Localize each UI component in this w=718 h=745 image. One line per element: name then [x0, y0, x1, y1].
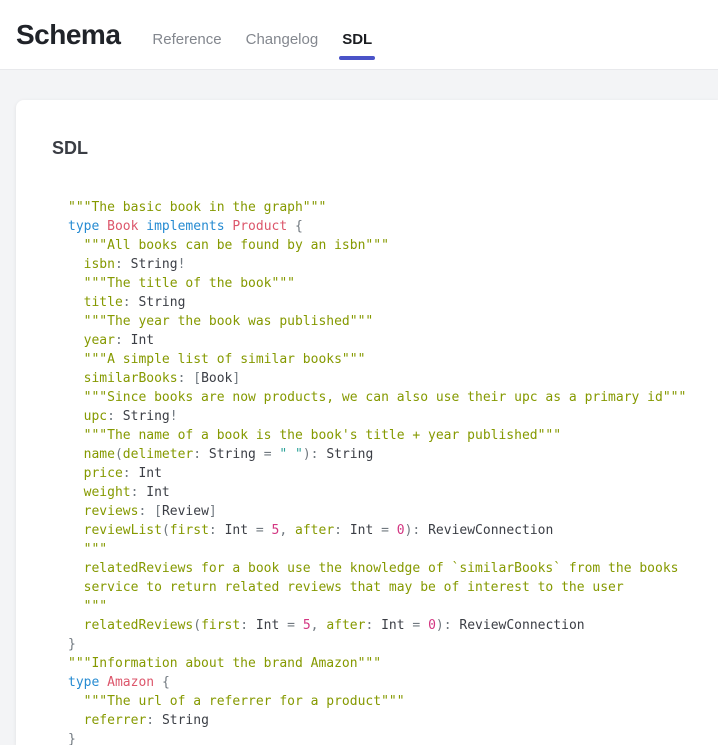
code-line: similarBooks: [Book] [68, 369, 694, 388]
code-line: relatedReviews(first: Int = 5, after: In… [68, 616, 694, 635]
code-line: service to return related reviews that m… [68, 578, 694, 597]
code-line: isbn: String! [68, 255, 694, 274]
code-line: relatedReviews for a book use the knowle… [68, 559, 694, 578]
code-line: """The name of a book is the book's titl… [68, 426, 694, 445]
code-line: """Information about the brand Amazon""" [68, 654, 694, 673]
tab-sdl-label: SDL [342, 31, 372, 48]
code-line: } [68, 730, 694, 745]
sdl-code-block: """The basic book in the graph"""type Bo… [68, 198, 694, 745]
code-line: type Book implements Product { [68, 217, 694, 236]
tab-bar: Reference Changelog SDL [152, 31, 372, 48]
code-line: weight: Int [68, 483, 694, 502]
tab-changelog[interactable]: Changelog [246, 31, 319, 48]
code-line: } [68, 635, 694, 654]
code-line: """The url of a referrer for a product""… [68, 692, 694, 711]
code-line: """A simple list of similar books""" [68, 350, 694, 369]
code-line: referrer: String [68, 711, 694, 730]
code-line: """The title of the book""" [68, 274, 694, 293]
content-area: SDL """The basic book in the graph"""typ… [0, 70, 718, 745]
sdl-card: SDL """The basic book in the graph"""typ… [16, 100, 718, 745]
code-line: """All books can be found by an isbn""" [68, 236, 694, 255]
code-line: year: Int [68, 331, 694, 350]
page-title: Schema [16, 19, 120, 51]
code-line: name(delimeter: String = " "): String [68, 445, 694, 464]
active-tab-indicator [339, 56, 375, 60]
code-line: """Since books are now products, we can … [68, 388, 694, 407]
code-line: """ [68, 597, 694, 616]
tab-reference[interactable]: Reference [152, 31, 221, 48]
code-line: title: String [68, 293, 694, 312]
card-title: SDL [52, 138, 694, 159]
code-line: upc: String! [68, 407, 694, 426]
code-line: reviews: [Review] [68, 502, 694, 521]
code-line: """The basic book in the graph""" [68, 198, 694, 217]
code-line: reviewList(first: Int = 5, after: Int = … [68, 521, 694, 540]
code-line: price: Int [68, 464, 694, 483]
code-line: type Amazon { [68, 673, 694, 692]
header: Schema Reference Changelog SDL [0, 0, 718, 70]
code-line: """ [68, 540, 694, 559]
tab-sdl[interactable]: SDL [342, 31, 372, 48]
code-line: """The year the book was published""" [68, 312, 694, 331]
